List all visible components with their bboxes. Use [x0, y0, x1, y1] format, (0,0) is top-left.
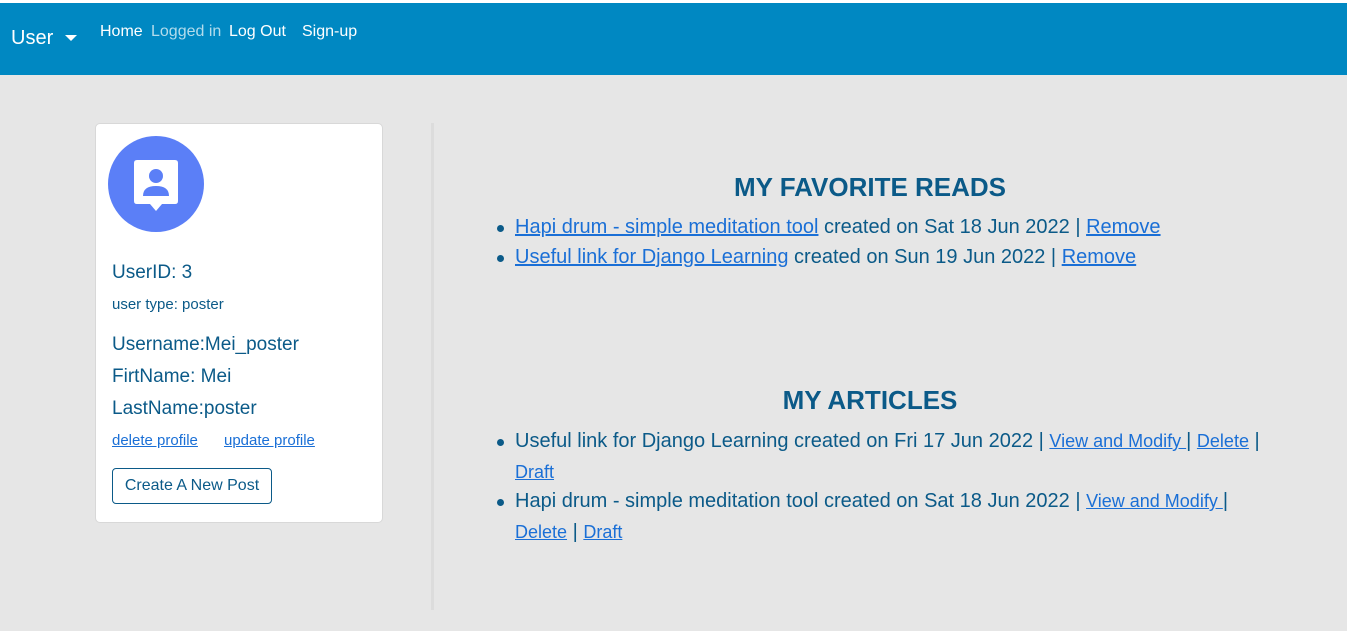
nav-logged-in-status: Logged in [151, 23, 222, 40]
delete-article-link[interactable]: Delete [1197, 431, 1249, 451]
nav-signup-link[interactable]: Sign-up [302, 23, 357, 41]
favorite-meta: created on Sun 19 Jun 2022 | [788, 246, 1062, 268]
list-bullet [497, 225, 504, 232]
article-item: Useful link for Django Learning created … [515, 430, 1260, 453]
avatar [108, 136, 204, 232]
favorite-meta: created on Sat 18 Jun 2022 | [818, 216, 1087, 238]
separator: | [1186, 430, 1197, 452]
view-modify-link[interactable]: View and Modify [1086, 491, 1223, 511]
vertical-divider [431, 123, 434, 610]
view-modify-link[interactable]: View and Modify [1049, 431, 1186, 451]
nav-home-link[interactable]: Home [100, 23, 143, 41]
my-articles-title: MY ARTICLES [782, 385, 958, 415]
user-type: user type: poster [112, 296, 224, 313]
favorite-item: Hapi drum - simple meditation tool creat… [515, 216, 1161, 239]
favorite-item: Useful link for Django Learning created … [515, 246, 1136, 269]
separator: | [567, 521, 584, 543]
navbar: User Home Logged in Log Out Sign-up [0, 3, 1347, 75]
delete-article-link[interactable]: Delete [515, 522, 567, 542]
favorite-title-link[interactable]: Hapi drum - simple meditation tool [515, 216, 818, 238]
remove-favorite-link[interactable]: Remove [1062, 246, 1136, 268]
draft-link[interactable]: Draft [515, 462, 554, 482]
draft-link[interactable]: Draft [583, 522, 622, 542]
list-bullet [497, 255, 504, 262]
first-name: FirtName: Mei [112, 366, 232, 387]
last-name: LastName:poster [112, 398, 257, 419]
user-id: UserID: 3 [112, 262, 193, 283]
username: Username:Mei_poster [112, 334, 299, 355]
create-new-post-button[interactable]: Create A New Post [112, 468, 272, 504]
profile-card: UserID: 3 user type: poster Username:Mei… [95, 123, 383, 523]
separator: | [1222, 490, 1229, 512]
caret-down-icon[interactable] [65, 35, 77, 41]
article-item-continued: Draft [515, 461, 554, 484]
separator: | [1248, 430, 1260, 452]
article-item: Hapi drum - simple meditation tool creat… [515, 490, 1228, 513]
list-bullet [497, 499, 504, 506]
article-item-continued: Delete | Draft [515, 521, 622, 544]
user-dropdown[interactable]: User [11, 27, 53, 50]
article-text: Useful link for Django Learning created … [515, 430, 1050, 452]
remove-favorite-link[interactable]: Remove [1086, 216, 1160, 238]
contact-icon [134, 160, 178, 211]
nav-logout-link[interactable]: Log Out [229, 23, 286, 41]
article-text: Hapi drum - simple meditation tool creat… [515, 490, 1087, 512]
list-bullet [497, 439, 504, 446]
delete-profile-link[interactable]: delete profile [112, 432, 198, 449]
favorite-reads-title: MY FAVORITE READS [733, 172, 1007, 202]
update-profile-link[interactable]: update profile [224, 432, 315, 449]
favorite-title-link[interactable]: Useful link for Django Learning [515, 246, 789, 268]
